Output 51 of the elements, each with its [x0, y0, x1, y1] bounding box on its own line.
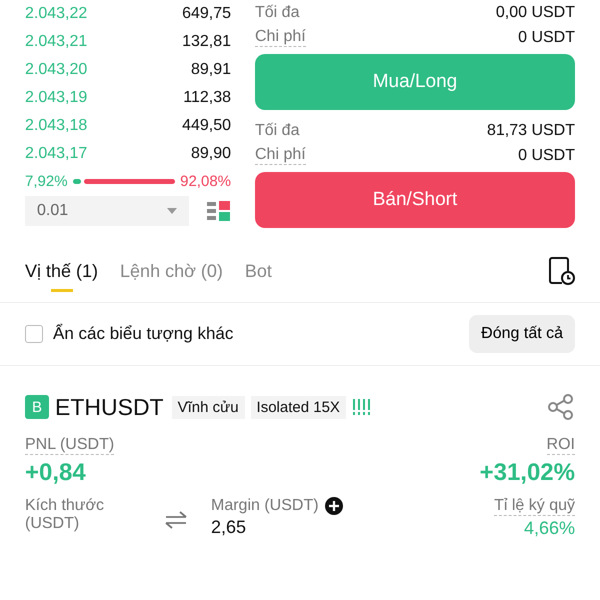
- size-label: Kích thước (USDT): [25, 497, 104, 532]
- bid-price: 2.043,22: [25, 5, 88, 23]
- pnl-value: +0,84: [25, 459, 86, 487]
- bid-price: 2.043,19: [25, 89, 88, 107]
- margin-value: 2,65: [211, 517, 248, 538]
- fee-label: Chi phí: [255, 146, 306, 165]
- fee-value: 0 USDT: [518, 146, 575, 164]
- max-value: 0,00 USDT: [496, 4, 575, 22]
- margin-label: Margin (USDT): [211, 497, 319, 515]
- tab[interactable]: Bot: [244, 246, 272, 296]
- swap-icon[interactable]: [165, 511, 187, 529]
- margin-ratio-value: 4,66%: [524, 518, 575, 539]
- pnl-label: PNL (USDT): [25, 436, 114, 455]
- bid-amount: 449,50: [182, 117, 231, 135]
- bid-amount: 112,38: [183, 89, 231, 107]
- tab[interactable]: Lệnh chờ (0): [120, 246, 223, 296]
- max-label: Tối đa: [255, 122, 300, 140]
- bid-amount: 89,91: [190, 61, 231, 79]
- document-clock-icon[interactable]: [549, 257, 575, 285]
- roi-label: ROI: [546, 436, 575, 455]
- checkbox[interactable]: [25, 325, 43, 343]
- buy-ratio: 7,92%: [25, 172, 68, 190]
- long-button[interactable]: Mua/Long: [255, 54, 575, 110]
- bars-icon: [352, 398, 370, 416]
- bid-amount: 649,75: [182, 5, 231, 23]
- add-icon[interactable]: [324, 497, 343, 515]
- bid-price: 2.043,18: [25, 117, 88, 135]
- fee-label: Chi phí: [255, 28, 306, 47]
- share-icon[interactable]: [547, 393, 575, 421]
- checkbox-label: Ẩn các biểu tượng khác: [53, 324, 234, 344]
- bid-price: 2.043,17: [25, 145, 88, 163]
- tag: Vĩnh cửu: [172, 396, 245, 418]
- layout-icon[interactable]: [207, 199, 231, 223]
- caret-icon: [167, 208, 177, 214]
- max-label: Tối đa: [255, 4, 300, 22]
- margin-ratio-label: Tỉ lệ ký quỹ: [494, 497, 575, 516]
- sell-ratio: 92,08%: [180, 172, 231, 190]
- fee-value: 0 USDT: [518, 28, 575, 46]
- roi-value: +31,02%: [480, 459, 575, 487]
- bid-price: 2.043,21: [25, 33, 88, 51]
- short-button[interactable]: Bán/Short: [255, 172, 575, 228]
- tag: Isolated 15X: [250, 396, 346, 418]
- bid-price: 2.043,20: [25, 61, 88, 79]
- close-all-button[interactable]: Đóng tất cả: [469, 315, 575, 353]
- symbol: ETHUSDT: [55, 394, 164, 420]
- precision-dropdown[interactable]: 0.01: [25, 196, 189, 226]
- bid-amount: 89,90: [190, 145, 231, 163]
- buy-badge: B: [25, 395, 49, 419]
- bid-amount: 132,81: [182, 33, 231, 51]
- max-value: 81,73 USDT: [486, 122, 575, 140]
- tab[interactable]: Vị thế (1): [25, 246, 98, 296]
